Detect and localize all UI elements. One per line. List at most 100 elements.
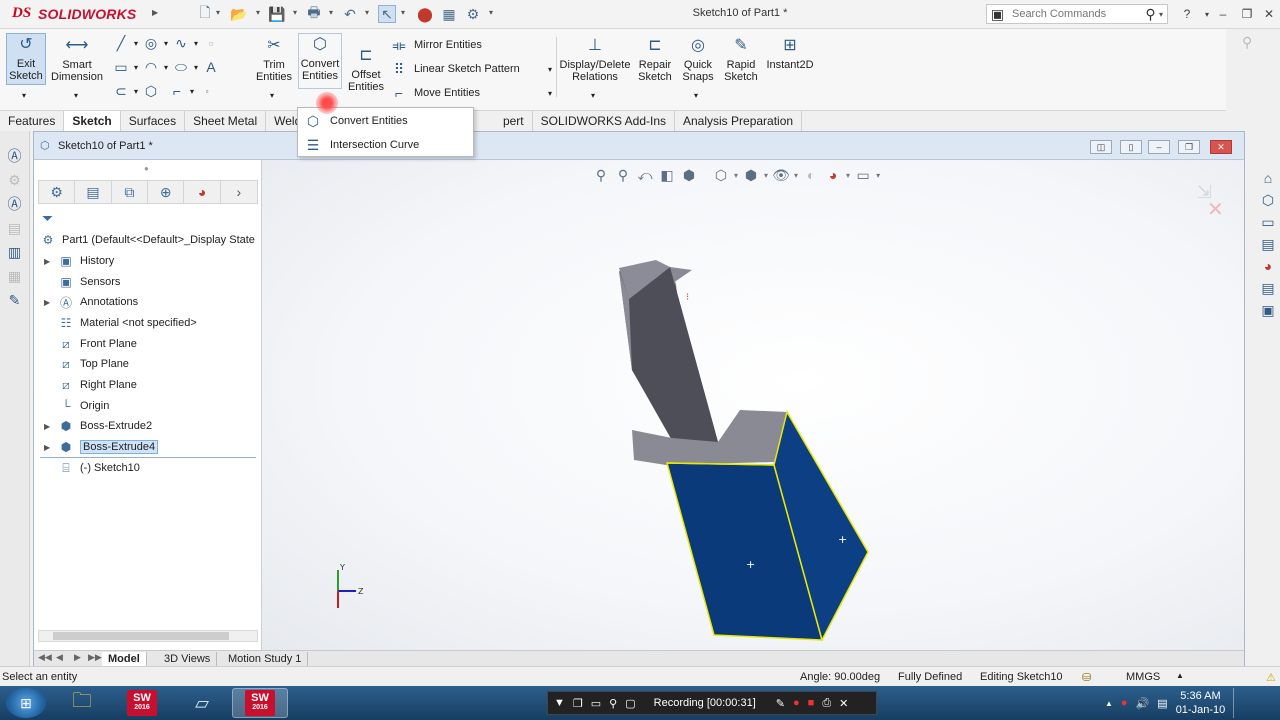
start-button[interactable]: ⊞	[6, 688, 46, 718]
chevron-down-icon[interactable]: ▾	[329, 8, 337, 20]
rapid-sketch-button[interactable]: ✎ Rapid Sketch	[722, 35, 760, 84]
tab-3d-views[interactable]: 3D Views	[158, 652, 218, 666]
menu-item-intersection-curve[interactable]: ☰ Intersection Curve	[298, 134, 473, 156]
tree-item-material[interactable]: ☷ Material <not specified>	[44, 313, 197, 333]
expand-arrow-icon[interactable]: ▶	[44, 298, 54, 307]
zoom-icon[interactable]: ⚲	[609, 697, 617, 710]
expand-arrow-icon[interactable]: ▶	[44, 257, 54, 266]
annotation-tool-icon[interactable]: Ⓐ	[6, 147, 24, 165]
chevron-down-icon[interactable]: ▾	[401, 8, 409, 20]
view-tile-right-button[interactable]: ▯	[1120, 140, 1142, 154]
rebuild-status-icon[interactable]: ⛁	[1082, 671, 1091, 684]
feature-manager-tab-icon[interactable]: ⚙	[39, 181, 76, 203]
volume-icon[interactable]: 🔊	[1136, 697, 1150, 710]
trim-entities-button[interactable]: ✂ Trim Entities	[254, 35, 294, 84]
help-icon[interactable]: ?	[1176, 4, 1198, 24]
record-icon[interactable]: ●	[793, 697, 800, 709]
tab-surfaces[interactable]: Surfaces	[121, 111, 186, 131]
solidworks-logo[interactable]: DS SOLIDWORKS	[12, 4, 136, 24]
ribbon-pin-icon[interactable]: ⚲	[1242, 34, 1252, 51]
close-button[interactable]: ✕	[1258, 4, 1280, 24]
pen-icon[interactable]: ✎	[776, 697, 785, 710]
chevron-up-icon[interactable]: ▲	[1176, 671, 1184, 680]
ellipse-icon[interactable]: ⬭	[172, 58, 190, 76]
window-mode-icon[interactable]: ❐	[573, 697, 583, 710]
tree-item-boss-extrude4[interactable]: ▶ ⬢ Boss-Extrude4	[44, 437, 159, 457]
mirror-entities-button[interactable]: ⟚ Mirror Entities	[390, 33, 552, 57]
instant2d-button[interactable]: ⊞ Instant2D	[764, 35, 816, 72]
chevron-down-icon[interactable]: ▾	[489, 8, 497, 20]
tab-motion-study-1[interactable]: Motion Study 1	[222, 652, 309, 666]
arc-icon[interactable]: ◠	[142, 58, 160, 76]
tree-item-right-plane[interactable]: ⧄ Right Plane	[44, 375, 137, 395]
chevron-down-icon[interactable]: ▾	[270, 91, 274, 100]
fullscreen-icon[interactable]: ▢	[625, 697, 635, 710]
custom-properties-icon[interactable]: ▤	[1258, 278, 1278, 298]
restore-button[interactable]: ❐	[1236, 4, 1258, 24]
tabs-scroll-right-icon[interactable]: ›	[221, 181, 257, 203]
expand-arrow-icon[interactable]: ▶	[44, 422, 54, 431]
chevron-down-icon[interactable]: ▾	[1159, 10, 1163, 19]
scrollbar-thumb[interactable]	[53, 632, 229, 640]
region-icon[interactable]: ▭	[591, 697, 601, 710]
home-icon[interactable]: ⌂	[1258, 168, 1278, 188]
resources-icon[interactable]: ⬡	[1258, 190, 1278, 210]
text-icon[interactable]: A	[202, 58, 220, 76]
search-input[interactable]	[1011, 8, 1142, 20]
tree-item-top-plane[interactable]: ⧄ Top Plane	[44, 354, 129, 374]
tab-analysis-preparation[interactable]: Analysis Preparation	[675, 111, 803, 131]
show-desktop-button[interactable]	[1233, 688, 1243, 718]
spline-icon[interactable]: ∿	[172, 34, 190, 52]
tab-features[interactable]: Features	[0, 111, 65, 131]
taskbar-file-explorer[interactable]: 🗀	[54, 688, 110, 718]
tooltip-icon[interactable]: ⚠	[1266, 671, 1276, 684]
network-icon[interactable]: ▤	[1157, 697, 1167, 710]
tab-scroll-left-icon[interactable]: ◀	[56, 652, 63, 663]
offset-entities-button[interactable]: ⊏ Offset Entities	[346, 45, 386, 94]
clock[interactable]: 5:36 AM 01-Jan-10	[1176, 689, 1226, 717]
design-library-icon[interactable]: ▭	[1258, 212, 1278, 232]
doc-restore-button[interactable]: ❐	[1178, 140, 1200, 154]
point-icon[interactable]: ▫	[198, 82, 216, 100]
tree-item-annotations[interactable]: ▶ Ⓐ Annotations	[44, 292, 138, 312]
tree-horizontal-scrollbar[interactable]	[38, 630, 258, 642]
appearances-icon[interactable]: ◕	[1258, 256, 1278, 276]
chevron-down-icon[interactable]: ▾	[256, 8, 264, 20]
tree-item-sketch10[interactable]: ⌸ (-) Sketch10	[44, 458, 140, 478]
solidworks-forum-icon[interactable]: ▣	[1258, 300, 1278, 320]
chevron-down-icon[interactable]: ▾	[548, 65, 552, 74]
chevron-down-icon[interactable]: ▾	[293, 8, 301, 20]
print-icon[interactable]: 🖶	[305, 4, 323, 23]
note-tool-icon[interactable]: Ⓐ	[6, 195, 24, 213]
tab-scroll-right-icon[interactable]: ▶	[74, 652, 81, 663]
save-icon[interactable]: 💾	[268, 5, 286, 23]
recorder-tray-icon[interactable]: ●	[1121, 697, 1128, 709]
select-arrow-icon[interactable]: ↖	[378, 5, 396, 23]
camera-icon[interactable]: ⎙	[822, 697, 831, 710]
line-icon[interactable]: ╱	[112, 34, 130, 52]
sketch-tool-icon[interactable]: ✎	[6, 291, 24, 309]
chevron-down-icon[interactable]: ▼	[554, 697, 565, 709]
tab-sketch[interactable]: Sketch	[64, 111, 121, 131]
tab-solidworks-addins[interactable]: SOLIDWORKS Add-Ins	[533, 111, 675, 131]
layers-tool-icon[interactable]: ▥	[6, 243, 24, 261]
tab-model[interactable]: Model	[102, 652, 147, 666]
slot-icon[interactable]: ⊂	[112, 82, 130, 100]
search-icon[interactable]: ⚲	[1142, 5, 1159, 23]
units-selector[interactable]: MMGS	[1126, 671, 1160, 683]
linear-sketch-pattern-button[interactable]: ⠿ Linear Sketch Pattern ▾	[390, 57, 552, 81]
quick-snaps-button[interactable]: ◎ Quick Snaps	[680, 35, 716, 84]
chevron-down-icon[interactable]: ▾	[22, 91, 26, 100]
taskbar-solidworks-2[interactable]: SW 2016	[232, 688, 288, 718]
filter-icon[interactable]: ⏷	[42, 210, 53, 227]
move-entities-button[interactable]: ⌐ Move Entities ▾	[390, 81, 552, 105]
tree-item-history[interactable]: ▶ ▣ History	[44, 251, 114, 271]
minimize-button[interactable]: –	[1212, 4, 1234, 24]
taskbar-app[interactable]: ▱	[174, 688, 230, 718]
confirmation-corner[interactable]: ⇲ ✕	[1197, 182, 1224, 221]
configuration-manager-tab-icon[interactable]: ⧉	[112, 181, 149, 203]
display-delete-relations-button[interactable]: ⊥ Display/Delete Relations	[560, 35, 631, 84]
rectangle-icon[interactable]: ▭	[112, 58, 130, 76]
new-document-icon[interactable]: 🗋	[196, 4, 214, 23]
view-tile-left-button[interactable]: ◫	[1090, 140, 1112, 154]
